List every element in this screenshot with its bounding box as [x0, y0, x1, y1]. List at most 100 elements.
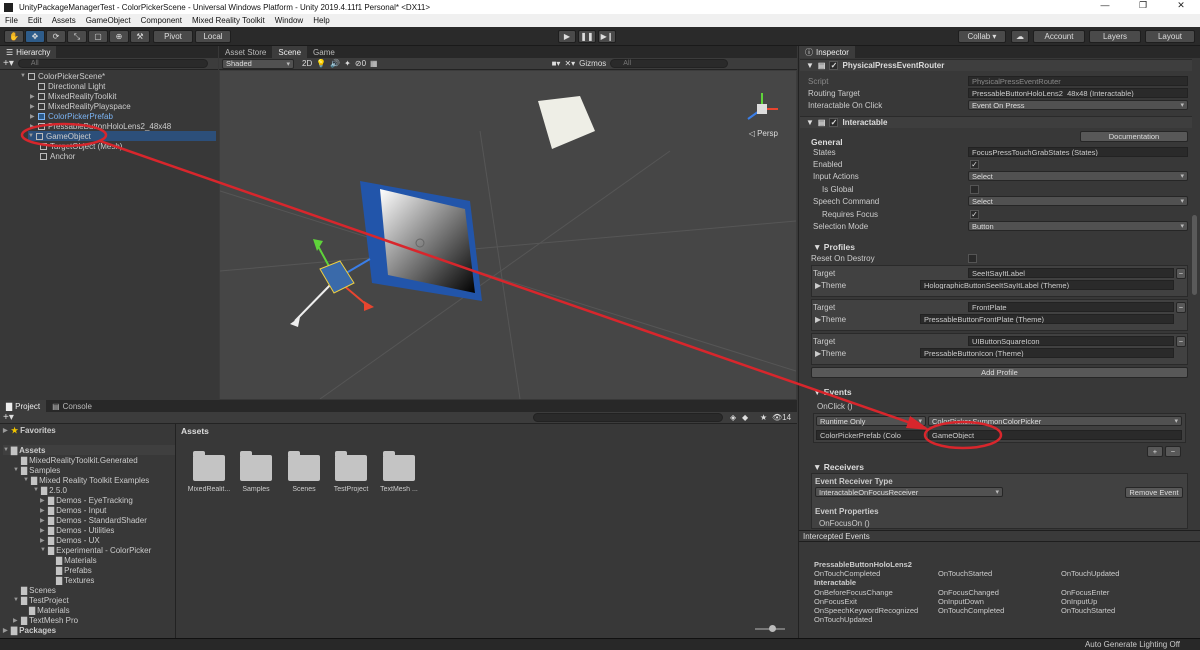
tree-item[interactable]: ▇ Materials — [29, 605, 70, 615]
reset-on-destroy-checkbox[interactable] — [968, 254, 977, 263]
gizmos-dropdown[interactable]: Gizmos — [579, 59, 606, 68]
add-profile-button[interactable]: Add Profile — [811, 367, 1188, 378]
tree-item[interactable]: ▼ ▇ Experimental - ColorPicker — [40, 545, 151, 555]
speech-command-dropdown[interactable]: Select — [968, 196, 1188, 206]
menu-gameobject[interactable]: GameObject — [81, 16, 136, 25]
tree-item[interactable]: ▇ MixedRealityToolkit.Generated — [13, 455, 138, 465]
tab-hierarchy[interactable]: ☰ Hierarchy — [0, 46, 57, 58]
menu-component[interactable]: Component — [136, 16, 187, 25]
grid-icon[interactable]: ▦ — [370, 59, 378, 68]
hierarchy-search-input[interactable]: All — [17, 59, 208, 68]
zoom-slider[interactable] — [755, 625, 785, 632]
tree-item[interactable]: ▇ Textures — [56, 575, 94, 585]
tab-console[interactable]: ▤ Console — [46, 400, 98, 412]
receivers-heading[interactable]: ▼ Receivers — [813, 462, 864, 472]
add-icon[interactable]: +▾ — [3, 58, 14, 69]
custom-tool-icon[interactable]: ⚒ — [130, 30, 150, 43]
tools-icon[interactable]: ✕▾ — [564, 59, 575, 68]
folder-icon[interactable] — [240, 451, 272, 481]
interactable-on-click-dropdown[interactable]: Event On Press — [968, 100, 1188, 110]
hierarchy-item[interactable]: ▶ PressableButtonHoloLens2_48x48 — [30, 121, 171, 131]
scene-root[interactable]: ▼ ColorPickerScene* — [20, 71, 105, 81]
collab-button[interactable]: Collab ▾ — [958, 30, 1006, 43]
cloud-icon[interactable]: ☁ — [1011, 30, 1029, 43]
profiles-heading[interactable]: ▼ Profiles — [813, 242, 855, 252]
target-field[interactable]: SeeItSayItLabel — [968, 268, 1174, 278]
menu-file[interactable]: File — [0, 16, 23, 25]
theme-field[interactable]: PressableButtonFrontPlate (Theme) — [920, 314, 1174, 324]
folder-icon[interactable] — [193, 451, 225, 481]
menu-edit[interactable]: Edit — [23, 16, 47, 25]
tree-item[interactable]: ▼ ▇ Samples — [13, 465, 60, 475]
add-event-button[interactable]: + — [1147, 446, 1163, 457]
tree-item[interactable]: ▶ ▇ Demos - EyeTracking — [40, 495, 133, 505]
events-heading[interactable]: ▼ Events — [813, 387, 852, 397]
input-actions-dropdown[interactable]: Select — [968, 171, 1188, 181]
assets-breadcrumb[interactable]: Assets — [181, 426, 209, 436]
hierarchy-item[interactable]: Anchor — [40, 151, 75, 161]
folder-icon[interactable] — [383, 451, 415, 481]
remove-event-button[interactable]: − — [1165, 446, 1181, 457]
remove-profile-button[interactable]: − — [1176, 336, 1186, 347]
tab-asset-store[interactable]: Asset Store — [219, 46, 272, 58]
hierarchy-item[interactable]: Directional Light — [30, 81, 105, 91]
tab-scene[interactable]: Scene — [272, 46, 308, 58]
hand-tool-icon[interactable]: ✋ — [4, 30, 24, 43]
lighting-icon[interactable]: 💡 — [316, 59, 326, 68]
status-lighting-label[interactable]: Auto Generate Lighting Off — [1085, 640, 1180, 649]
hidden-objects-icon[interactable]: ⊘0 — [355, 59, 366, 68]
scale-tool-icon[interactable]: ⤡ — [67, 30, 87, 43]
hierarchy-item[interactable]: ▶ MixedRealityPlayspace — [30, 101, 131, 111]
enabled-checkbox[interactable]: ✓ — [970, 160, 979, 169]
create-icon[interactable]: +▾ — [3, 412, 14, 423]
hierarchy-item[interactable]: ▶ ColorPickerPrefab — [30, 111, 113, 121]
tree-item[interactable]: ▼ ▇ Assets — [3, 445, 175, 455]
tree-item[interactable]: ▇ Prefabs — [56, 565, 92, 575]
remove-profile-button[interactable]: − — [1176, 302, 1186, 313]
component-enabled-checkbox[interactable]: ✓ — [829, 118, 839, 127]
rotate-tool-icon[interactable]: ⟳ — [46, 30, 66, 43]
remove-profile-button[interactable]: − — [1176, 268, 1186, 279]
shading-mode-dropdown[interactable]: Shaded — [222, 58, 294, 69]
audio-icon[interactable]: 🔊 — [330, 59, 340, 68]
tree-item[interactable]: ▶ ▇ Demos - StandardShader — [40, 515, 147, 525]
target-field[interactable]: FrontPlate — [968, 302, 1174, 312]
rect-tool-icon[interactable]: ▢ — [88, 30, 108, 43]
tree-item[interactable]: ▼ ▇ Mixed Reality Toolkit Examples — [23, 475, 149, 485]
folder-icon[interactable] — [335, 451, 367, 481]
projection-label[interactable]: ◁ Persp — [749, 129, 778, 138]
filter-type-icon[interactable]: ◈ — [730, 413, 736, 422]
hierarchy-item-selected[interactable]: ▼ GameObject — [28, 131, 216, 141]
tree-item[interactable]: ▇ Scenes — [13, 585, 56, 595]
2d-toggle[interactable]: 2D — [302, 59, 312, 68]
method-dropdown[interactable]: ColorPicker.SummonColorPicker — [928, 416, 1182, 426]
step-button[interactable]: ▶❙ — [598, 30, 616, 43]
filter-label-icon[interactable]: ◆ — [742, 413, 748, 422]
scene-search-input[interactable]: All — [610, 59, 729, 68]
visibility-icon[interactable]: 👁14 — [772, 413, 791, 422]
tree-item[interactable]: ▶ ▇ Demos - Utilities — [40, 525, 114, 535]
play-button[interactable]: ▶ — [558, 30, 576, 43]
account-dropdown[interactable]: Account — [1033, 30, 1085, 43]
favorite-icon[interactable]: ★ — [760, 413, 767, 422]
is-global-checkbox[interactable] — [970, 185, 979, 194]
theme-field[interactable]: PressableButtonIcon (Theme) — [920, 348, 1174, 358]
maximize-button[interactable]: ❐ — [1124, 0, 1162, 11]
project-search-input[interactable] — [533, 413, 723, 422]
scene-orientation-gizmo[interactable] — [742, 89, 782, 129]
camera-icon[interactable]: ■▾ — [552, 59, 561, 68]
theme-field[interactable]: HolographicButtonSeeItSayItLabel (Theme) — [920, 280, 1174, 290]
interactable-component-header[interactable]: ▼ ▤ ✓ Interactable — [800, 116, 1192, 128]
component-enabled-checkbox[interactable]: ✓ — [829, 61, 839, 70]
menu-window[interactable]: Window — [270, 16, 308, 25]
hierarchy-item[interactable]: TargetObject (Mesh) — [40, 141, 122, 151]
menu-help[interactable]: Help — [308, 16, 334, 25]
tree-item[interactable]: ▶ ▇ Demos - Input — [40, 505, 106, 515]
effects-icon[interactable]: ✦ — [344, 59, 351, 68]
layers-dropdown[interactable]: Layers — [1089, 30, 1141, 43]
scene-viewport[interactable]: ◁ Persp — [220, 71, 796, 399]
layout-dropdown[interactable]: Layout — [1145, 30, 1195, 43]
states-field[interactable]: FocusPressTouchGrabStates (States) — [968, 147, 1188, 157]
pause-button[interactable]: ❚❚ — [578, 30, 596, 43]
hierarchy-item[interactable]: ▶ MixedRealityToolkit — [30, 91, 116, 101]
